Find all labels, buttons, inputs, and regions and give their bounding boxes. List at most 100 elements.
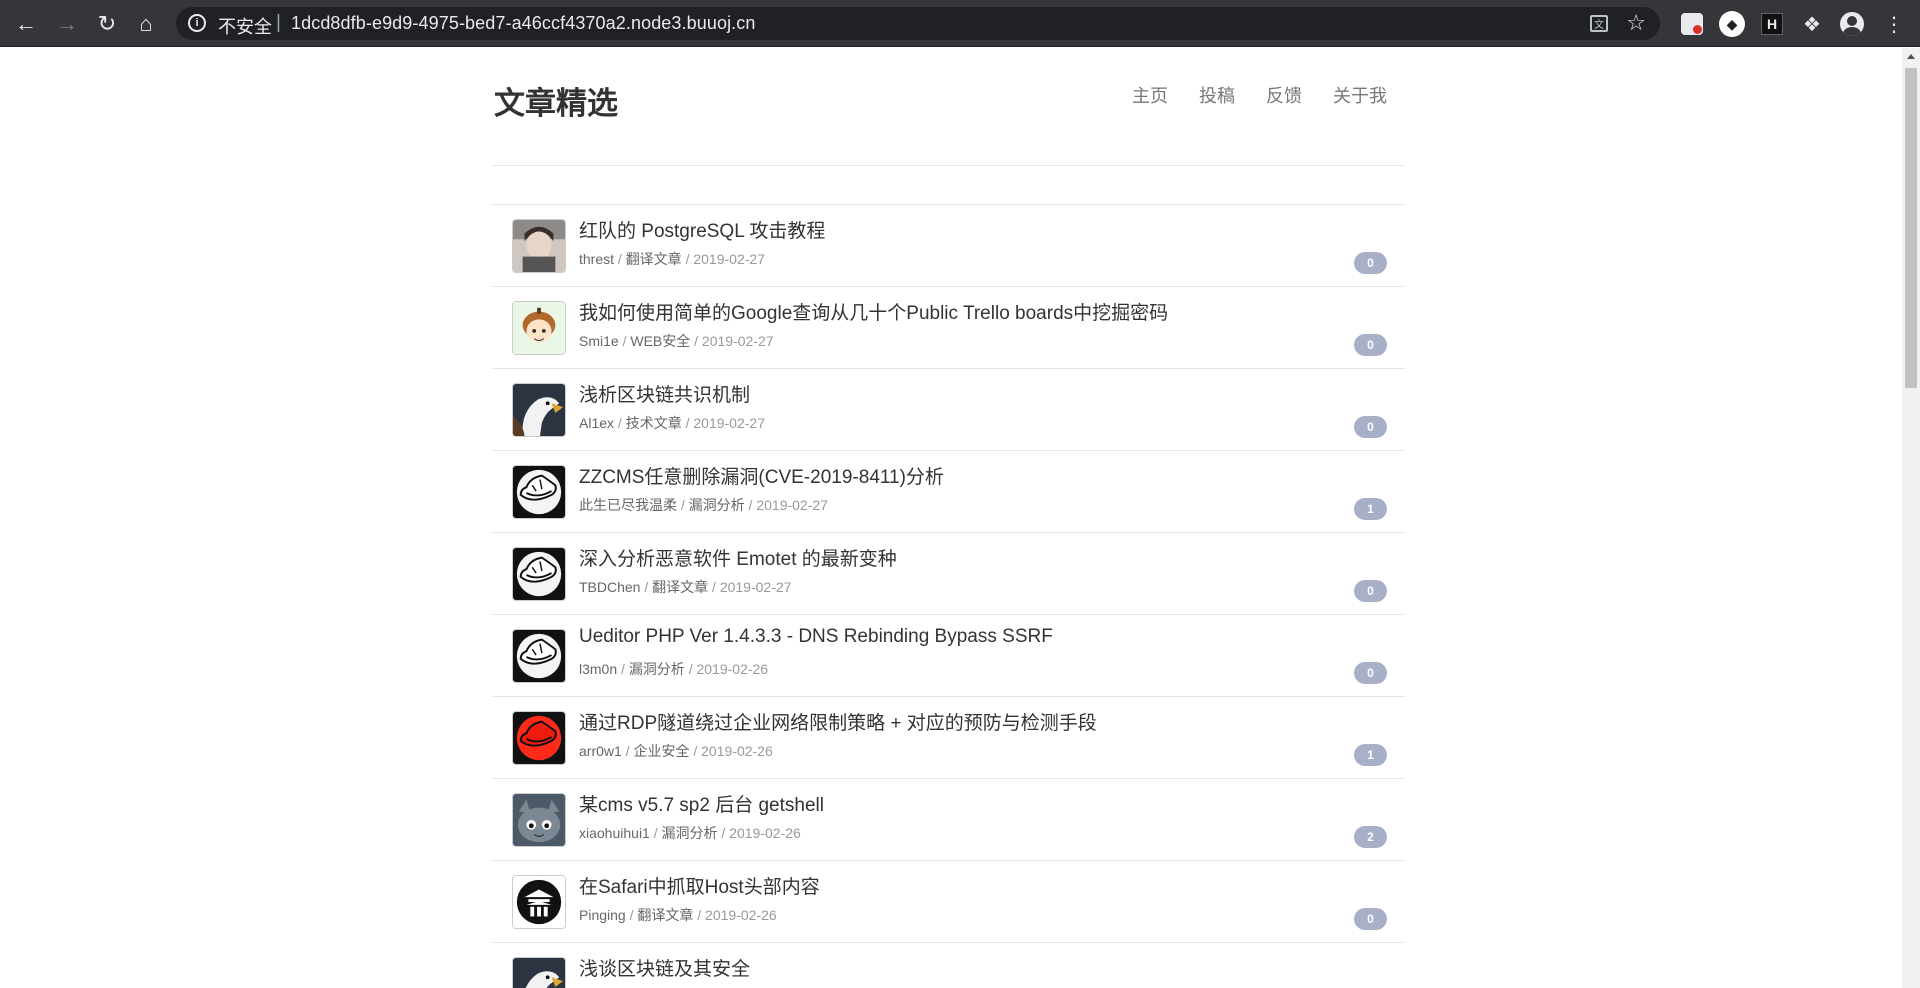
page-content: 文章精选 主页 投稿 反馈 关于我 红队的 PostgreSQL 攻击教程 thr… — [0, 48, 1902, 988]
back-arrow-icon[interactable]: ← — [12, 10, 40, 38]
article-title[interactable]: 深入分析恶意软件 Emotet 的最新变种 — [579, 544, 897, 571]
article-meta: arr0w1 / 企业安全 / 2019-02-26 — [579, 743, 773, 759]
article-author[interactable]: Smi1e — [579, 333, 619, 349]
article-date: 2019-02-26 — [701, 743, 773, 759]
article-author[interactable]: l3m0n — [579, 661, 617, 677]
article-title[interactable]: 某cms v5.7 sp2 后台 getshell — [579, 790, 824, 817]
article-item[interactable]: 在Safari中抓取Host头部内容 Pinging / 翻译文章 / 2019-… — [492, 861, 1405, 943]
article-category[interactable]: 漏洞分析 — [629, 661, 685, 677]
comment-count-badge: 0 — [1354, 416, 1387, 438]
author-avatar[interactable] — [512, 219, 566, 273]
article-category[interactable]: 漏洞分析 — [662, 825, 718, 841]
scrollbar-thumb[interactable] — [1905, 68, 1917, 388]
article-item[interactable]: 我如何使用简单的Google查询从几十个Public Trello boards… — [492, 287, 1405, 369]
nav-home[interactable]: 主页 — [1132, 82, 1168, 108]
bookmark-star-icon[interactable]: ☆ — [1626, 10, 1646, 36]
article-item[interactable]: 深入分析恶意软件 Emotet 的最新变种 TBDChen / 翻译文章 / 20… — [492, 533, 1405, 615]
article-author[interactable]: Al1ex — [579, 415, 614, 431]
comment-count-badge: 2 — [1354, 826, 1387, 848]
article-item[interactable]: Ueditor PHP Ver 1.4.3.3 - DNS Rebinding … — [492, 615, 1405, 697]
author-avatar[interactable] — [512, 629, 566, 683]
article-title[interactable]: 浅析区块链共识机制 — [579, 380, 750, 407]
article-item[interactable]: 通过RDP隧道绕过企业网络限制策略 + 对应的预防与检测手段 arr0w1 / 企… — [492, 697, 1405, 779]
article-item[interactable]: ZZCMS任意删除漏洞(CVE-2019-8411)分析此生已尽我温柔 / 漏洞… — [492, 451, 1405, 533]
article-author[interactable]: threst — [579, 251, 614, 267]
article-date: 2019-02-27 — [756, 497, 828, 513]
address-bar[interactable]: i 不安全 | 1dcd8dfb-e9d9-4975-bed7-a46ccf43… — [176, 7, 1660, 40]
article-meta: l3m0n / 漏洞分析 / 2019-02-26 — [579, 661, 769, 677]
article-item[interactable]: 浅析区块链共识机制 Al1ex / 技术文章 / 2019-02-27 0 — [492, 369, 1405, 451]
article-author[interactable]: 此生已尽我温柔 — [579, 497, 677, 513]
article-list: 红队的 PostgreSQL 攻击教程 threst / 翻译文章 / 2019-… — [492, 205, 1405, 988]
article-category[interactable]: 翻译文章 — [652, 579, 708, 595]
article-date: 2019-02-27 — [693, 251, 765, 267]
article-category[interactable]: 企业安全 — [633, 743, 689, 759]
article-category[interactable]: WEB安全 — [630, 333, 690, 349]
forward-arrow-icon[interactable]: → — [53, 10, 81, 38]
article-title[interactable]: ZZCMS任意删除漏洞(CVE-2019-8411)分析 — [579, 462, 944, 489]
header-divider — [492, 165, 1405, 166]
author-avatar[interactable] — [512, 465, 566, 519]
home-icon[interactable]: ⌂ — [132, 10, 160, 38]
vertical-scrollbar[interactable] — [1902, 48, 1920, 988]
browser-toolbar: ← → ↻ ⌂ i 不安全 | 1dcd8dfb-e9d9-4975-bed7-… — [0, 0, 1920, 47]
article-author[interactable]: arr0w1 — [579, 743, 622, 759]
article-date: 2019-02-27 — [719, 579, 792, 595]
menu-kebab-icon[interactable]: ⋮ — [1880, 10, 1908, 38]
nav-submit[interactable]: 投稿 — [1199, 82, 1235, 108]
url-text[interactable]: 1dcd8dfb-e9d9-4975-bed7-a46ccf4370a2.nod… — [291, 13, 755, 34]
main-nav: 主页 投稿 反馈 关于我 — [1132, 82, 1418, 108]
nav-feedback[interactable]: 反馈 — [1266, 82, 1302, 108]
article-title[interactable]: 我如何使用简单的Google查询从几十个Public Trello boards… — [579, 298, 1168, 325]
article-meta: 此生已尽我温柔 / 漏洞分析 / 2019-02-27 — [579, 497, 828, 513]
article-meta: Al1ex / 技术文章 / 2019-02-27 — [579, 415, 765, 431]
author-avatar[interactable] — [512, 547, 566, 601]
extension-h-icon[interactable]: H — [1758, 10, 1786, 38]
article-meta: Pinging / 翻译文章 / 2019-02-26 — [579, 907, 777, 923]
insecure-label: 不安全 — [218, 17, 272, 37]
reload-icon[interactable]: ↻ — [93, 10, 121, 38]
author-avatar[interactable] — [512, 875, 566, 929]
article-meta: TBDChen / 翻译文章 / 2019-02-27 — [579, 579, 792, 595]
article-title[interactable]: 红队的 PostgreSQL 攻击教程 — [579, 216, 825, 243]
article-author[interactable]: TBDChen — [579, 579, 640, 595]
author-avatar[interactable] — [512, 793, 566, 847]
article-date: 2019-02-26 — [696, 661, 769, 677]
omnibox-separator: | — [276, 12, 281, 33]
article-category[interactable]: 翻译文章 — [637, 907, 693, 923]
article-date: 2019-02-27 — [701, 333, 774, 349]
article-author[interactable]: xiaohuihui1 — [579, 825, 650, 841]
article-item[interactable]: 浅谈区块链及其安全 — [492, 943, 1405, 988]
extension-icon[interactable] — [1678, 10, 1706, 38]
comment-count-badge: 0 — [1354, 252, 1387, 274]
author-avatar[interactable] — [512, 383, 566, 437]
author-avatar[interactable] — [512, 711, 566, 765]
profile-avatar-icon[interactable] — [1838, 10, 1866, 38]
comment-count-badge: 0 — [1354, 662, 1387, 684]
article-category[interactable]: 翻译文章 — [626, 251, 682, 267]
article-title[interactable]: 浅谈区块链及其安全 — [579, 954, 750, 981]
article-category[interactable]: 漏洞分析 — [689, 497, 745, 513]
article-item[interactable]: 某cms v5.7 sp2 后台 getshell xiaohuihui1 / 漏… — [492, 779, 1405, 861]
article-item[interactable]: 红队的 PostgreSQL 攻击教程 threst / 翻译文章 / 2019-… — [492, 205, 1405, 287]
comment-count-badge: 1 — [1354, 498, 1387, 520]
nav-about[interactable]: 关于我 — [1333, 82, 1387, 108]
comment-count-badge: 0 — [1354, 580, 1387, 602]
scroll-up-icon[interactable] — [1907, 54, 1915, 59]
article-title[interactable]: Ueditor PHP Ver 1.4.3.3 - DNS Rebinding … — [579, 626, 1053, 648]
author-avatar[interactable] — [512, 957, 566, 988]
info-icon[interactable]: i — [188, 14, 206, 32]
article-title[interactable]: 通过RDP隧道绕过企业网络限制策略 + 对应的预防与检测手段 — [579, 708, 1097, 735]
article-meta: xiaohuihui1 / 漏洞分析 / 2019-02-26 — [579, 825, 801, 841]
article-category[interactable]: 技术文章 — [626, 415, 682, 431]
extension-fox-icon[interactable]: ◆ — [1718, 10, 1746, 38]
translate-icon[interactable]: 文 — [1590, 15, 1608, 32]
comment-count-badge: 1 — [1354, 744, 1387, 766]
extensions-puzzle-icon[interactable]: ❖ — [1798, 10, 1826, 38]
site-title[interactable]: 文章精选 — [494, 78, 618, 123]
article-date: 2019-02-27 — [693, 415, 765, 431]
article-author[interactable]: Pinging — [579, 907, 626, 923]
author-avatar[interactable] — [512, 301, 566, 355]
article-meta: threst / 翻译文章 / 2019-02-27 — [579, 251, 765, 267]
article-title[interactable]: 在Safari中抓取Host头部内容 — [579, 872, 820, 899]
